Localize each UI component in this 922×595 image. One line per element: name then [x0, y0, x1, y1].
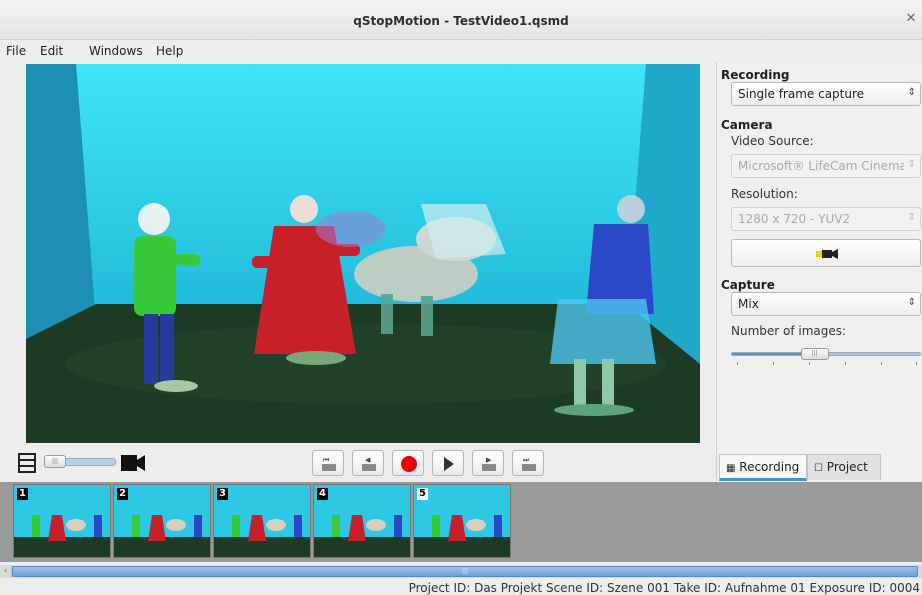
- tab-recording[interactable]: ▦ Recording: [719, 454, 807, 481]
- frame-3[interactable]: 3: [213, 484, 311, 558]
- recording-mode-select[interactable]: Single frame capture ⇕: [731, 82, 921, 106]
- svg-text:◀: ◀: [365, 456, 371, 464]
- menu-edit[interactable]: Edit: [40, 44, 63, 58]
- first-frame-button[interactable]: ⏮: [312, 450, 344, 476]
- skip-to-end-icon: ⏭: [522, 456, 536, 471]
- updown-icon: ⇕: [907, 297, 916, 308]
- frame-thumbnail: [14, 485, 110, 557]
- status-text: Project ID: Das Projekt Scene ID: Szene …: [408, 581, 920, 595]
- frame-number: 2: [117, 488, 128, 500]
- frame-thumbnail: [214, 485, 310, 557]
- slider-ticks: [737, 362, 917, 366]
- project-tab-icon: ☐: [814, 463, 823, 474]
- frame-timeline: 1 2 3 4 5: [0, 482, 922, 562]
- frame-5[interactable]: 5: [413, 484, 511, 558]
- last-frame-button[interactable]: ⏭: [512, 450, 544, 476]
- menu-bar: File Edit Windows Help: [0, 40, 922, 62]
- skip-to-start-icon: ⏮: [322, 456, 336, 471]
- timeline-scrollbar[interactable]: |||: [12, 565, 922, 578]
- scrollbar-thumb[interactable]: |||: [12, 566, 918, 577]
- svg-text:⏭: ⏭: [523, 456, 530, 464]
- scroll-left-icon[interactable]: ‹: [0, 565, 12, 578]
- video-source-label: Video Source:: [731, 134, 814, 148]
- recording-panel: Recording Single frame capture ⇕ Camera …: [716, 62, 922, 482]
- panel-tabs: ▦ Recording ☐ Project: [717, 454, 922, 481]
- playback-toolbar: ⏮ ◀ ▶ ⏭: [0, 446, 716, 480]
- number-images-label: Number of images:: [731, 324, 847, 338]
- recording-tab-icon: ▦: [726, 463, 736, 474]
- window-title: qStopMotion - TestVideo1.qsmd: [353, 14, 569, 28]
- video-source-select[interactable]: Microsoft® LifeCam Cinema(TM ⇕: [731, 154, 921, 178]
- frame-thumbnail: [414, 485, 510, 557]
- video-camera-icon: [816, 249, 838, 259]
- frame-4[interactable]: 4: [313, 484, 411, 558]
- frame-1[interactable]: 1: [13, 484, 111, 558]
- svg-text:⏮: ⏮: [323, 456, 329, 464]
- frame-number: 4: [317, 488, 328, 500]
- play-icon: [444, 457, 454, 471]
- svg-text:▶: ▶: [486, 456, 492, 464]
- resolution-value: 1280 x 720 - YUV2: [738, 212, 851, 226]
- slider-handle[interactable]: |||: [800, 348, 829, 360]
- recording-mode-value: Single frame capture: [738, 87, 865, 101]
- frame-2[interactable]: 2: [113, 484, 211, 558]
- menu-windows[interactable]: Windows: [89, 44, 143, 58]
- preview-scene: [26, 64, 700, 443]
- capture-mode-value: Mix: [738, 297, 759, 311]
- frame-number: 3: [217, 488, 228, 500]
- tab-project-label: Project: [826, 460, 868, 474]
- capture-mode-select[interactable]: Mix ⇕: [731, 292, 921, 316]
- step-back-icon: ◀: [362, 456, 376, 471]
- resolution-select[interactable]: 1280 x 720 - YUV2 ⇕: [731, 207, 921, 231]
- frame-thumbnail: [114, 485, 210, 557]
- record-icon: [401, 456, 417, 472]
- previous-frame-button[interactable]: ◀: [352, 450, 384, 476]
- title-bar: qStopMotion - TestVideo1.qsmd ✕: [0, 0, 922, 40]
- camera-button[interactable]: [731, 239, 921, 267]
- status-bar: Project ID: Das Projekt Scene ID: Szene …: [0, 580, 922, 595]
- play-button[interactable]: [432, 450, 464, 476]
- close-icon[interactable]: ✕: [904, 12, 918, 26]
- record-button[interactable]: [392, 450, 424, 476]
- updown-icon: ⇕: [907, 159, 916, 170]
- frame-number: 1: [17, 488, 28, 500]
- capture-heading: Capture: [721, 278, 775, 292]
- tab-project[interactable]: ☐ Project: [807, 454, 881, 480]
- recording-heading: Recording: [721, 68, 790, 82]
- step-forward-icon: ▶: [482, 456, 496, 471]
- updown-icon: ⇕: [907, 212, 916, 223]
- frame-number: 5: [417, 488, 428, 500]
- menu-help[interactable]: Help: [156, 44, 183, 58]
- menu-file[interactable]: File: [6, 44, 26, 58]
- next-frame-button[interactable]: ▶: [472, 450, 504, 476]
- updown-icon: ⇕: [907, 87, 916, 98]
- resolution-label: Resolution:: [731, 187, 798, 201]
- frame-thumbnail: [314, 485, 410, 557]
- camera-preview: [26, 64, 700, 443]
- tab-recording-label: Recording: [739, 460, 800, 474]
- video-source-value: Microsoft® LifeCam Cinema(TM: [738, 159, 904, 173]
- camera-heading: Camera: [721, 118, 773, 132]
